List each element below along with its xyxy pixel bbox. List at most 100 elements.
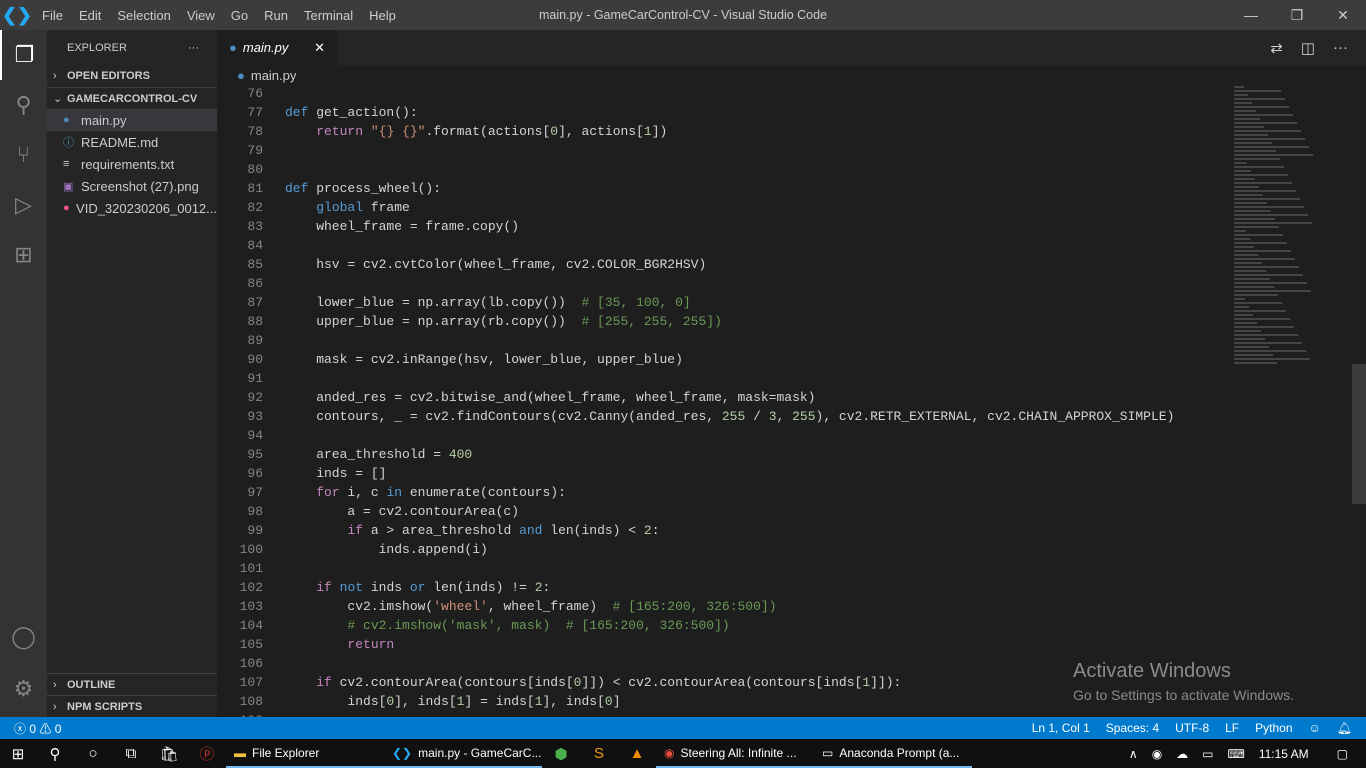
account-icon[interactable]: ◯	[0, 612, 47, 662]
code-line[interactable]: 88 upper_blue = np.array(rb.copy()) # [2…	[217, 312, 1227, 331]
scrollbar-thumb[interactable]	[1352, 364, 1366, 504]
close-tab-icon[interactable]: ✕	[314, 40, 325, 56]
menu-selection[interactable]: Selection	[109, 8, 178, 23]
code-token: if	[316, 580, 332, 595]
code-line[interactable]: 84	[217, 236, 1227, 255]
source-control-icon[interactable]: ⑂	[0, 130, 47, 180]
extensions-icon[interactable]: ⊞	[0, 230, 47, 280]
minimap-line	[1234, 94, 1248, 96]
cursor-position[interactable]: Ln 1, Col 1	[1032, 721, 1090, 735]
language-mode[interactable]: Python	[1255, 721, 1292, 735]
record-icon[interactable]: ◉	[1152, 747, 1162, 761]
code-line[interactable]: 102 if not inds or len(inds) != 2:	[217, 578, 1227, 597]
sublime-icon[interactable]: S	[580, 739, 618, 768]
vertical-scrollbar[interactable]	[1352, 84, 1366, 717]
code-line[interactable]: 85 hsv = cv2.cvtColor(wheel_frame, cv2.C…	[217, 255, 1227, 274]
menu-go[interactable]: Go	[223, 8, 256, 23]
minimap[interactable]	[1234, 84, 1354, 404]
feedback-icon[interactable]: ☺	[1309, 721, 1321, 735]
restore-button[interactable]: ❐	[1274, 0, 1320, 30]
npm-scripts-section[interactable]: › NPM SCRIPTS	[47, 695, 217, 717]
code-line[interactable]: 96 inds = []	[217, 464, 1227, 483]
start-icon[interactable]: ⊞	[0, 739, 36, 768]
code-line[interactable]: 81 def process_wheel():	[217, 179, 1227, 198]
code-line[interactable]: 82 global frame	[217, 198, 1227, 217]
minimize-button[interactable]: —	[1228, 0, 1274, 30]
breadcrumb[interactable]: ● main.py	[217, 65, 1366, 85]
menu-view[interactable]: View	[179, 8, 223, 23]
code-line[interactable]: 90 mask = cv2.inRange(hsv, lower_blue, u…	[217, 350, 1227, 369]
code-line[interactable]: 95 area_threshold = 400	[217, 445, 1227, 464]
minimap-line	[1234, 110, 1256, 112]
code-line[interactable]: 105 return	[217, 635, 1227, 654]
taskbar-vscode[interactable]: ❮❯ main.py - GameCarC...	[384, 739, 542, 768]
menu-run[interactable]: Run	[256, 8, 296, 23]
menu-help[interactable]: Help	[361, 8, 404, 23]
menu-terminal[interactable]: Terminal	[296, 8, 361, 23]
gear-icon[interactable]: ⚙	[0, 664, 47, 714]
search-icon[interactable]: ⚲	[36, 739, 74, 768]
open-changes-icon[interactable]: ⇄	[1270, 39, 1283, 57]
vlc-icon[interactable]: ▲	[618, 739, 656, 768]
app-p-icon[interactable]: ⓟ	[188, 739, 226, 768]
code-editor[interactable]: 76 77 def get_action(): 78 return "{} {}".f…	[217, 84, 1227, 717]
code-line[interactable]: 92 anded_res = cv2.bitwise_and(wheel_fra…	[217, 388, 1227, 407]
problems-indicator[interactable]: ⓧ 0 ⚠ 0	[0, 720, 61, 737]
taskbar-chrome[interactable]: ◉ Steering All: Infinite ...	[656, 739, 814, 768]
file-requirements[interactable]: ≡ requirements.txt	[47, 153, 217, 175]
code-line[interactable]: 79	[217, 141, 1227, 160]
file-readme[interactable]: ⓘ README.md	[47, 131, 217, 153]
code-line[interactable]: 83 wheel_frame = frame.copy()	[217, 217, 1227, 236]
explorer-icon[interactable]: ❐	[0, 30, 47, 80]
cortana-icon[interactable]: ○	[74, 739, 112, 768]
encoding[interactable]: UTF-8	[1175, 721, 1209, 735]
code-line[interactable]: 100 inds.append(i)	[217, 540, 1227, 559]
code-line[interactable]: 99 if a > area_threshold and len(inds) <…	[217, 521, 1227, 540]
folder-section[interactable]: ⌄ GAMECARCONTROL-CV	[47, 87, 217, 109]
indentation[interactable]: Spaces: 4	[1106, 721, 1159, 735]
close-window-button[interactable]: ✕	[1320, 0, 1366, 30]
more-actions-icon[interactable]: ···	[1333, 39, 1348, 56]
file-video[interactable]: ● VID_320230206_0012...	[47, 197, 217, 219]
code-line[interactable]: 94	[217, 426, 1227, 445]
battery-icon[interactable]: ▭	[1202, 747, 1213, 761]
file-main-py[interactable]: ● main.py	[47, 109, 217, 131]
line-ending[interactable]: LF	[1225, 721, 1239, 735]
chevron-up-icon[interactable]: ∧	[1129, 747, 1138, 761]
code-line[interactable]: 80	[217, 160, 1227, 179]
code-line[interactable]: 86	[217, 274, 1227, 293]
code-line[interactable]: 76	[217, 84, 1227, 103]
open-editors-section[interactable]: › OPEN EDITORS	[47, 65, 217, 87]
code-line[interactable]: 101	[217, 559, 1227, 578]
notifications-icon[interactable]: 🔔︎	[1337, 721, 1352, 735]
code-line[interactable]: 89	[217, 331, 1227, 350]
code-line[interactable]: 98 a = cv2.contourArea(c)	[217, 502, 1227, 521]
code-line[interactable]: 104 # cv2.imshow('mask', mask) # [165:20…	[217, 616, 1227, 635]
more-actions-icon[interactable]: ···	[188, 42, 199, 54]
menu-file[interactable]: File	[34, 8, 71, 23]
code-line[interactable]: 97 for i, c in enumerate(contours):	[217, 483, 1227, 502]
code-line[interactable]: 93 contours, _ = cv2.findContours(cv2.Ca…	[217, 407, 1227, 426]
clock[interactable]: 11:15 AM	[1259, 747, 1309, 761]
taskbar-anaconda[interactable]: ▭ Anaconda Prompt (a...	[814, 739, 972, 768]
run-debug-icon[interactable]: ▷	[0, 180, 47, 230]
taskbar-file-explorer[interactable]: ▬ File Explorer	[226, 739, 384, 768]
store-icon[interactable]: 🛍︎	[150, 739, 188, 768]
mongodb-icon[interactable]: ⬢	[542, 739, 580, 768]
search-icon[interactable]: ⚲	[0, 80, 47, 130]
code-line[interactable]: 78 return "{} {}".format(actions[0], act…	[217, 122, 1227, 141]
split-editor-icon[interactable]: ◫	[1301, 39, 1315, 57]
menu-edit[interactable]: Edit	[71, 8, 109, 23]
keyboard-icon[interactable]: ⌨	[1228, 747, 1245, 761]
code-line[interactable]: 91	[217, 369, 1227, 388]
action-center-icon[interactable]: ▢	[1337, 747, 1348, 761]
tab-main-py[interactable]: ● main.py ✕	[217, 30, 337, 65]
network-icon[interactable]: ☁	[1176, 747, 1188, 761]
code-line[interactable]: 87 lower_blue = np.array(lb.copy()) # [3…	[217, 293, 1227, 312]
code-line[interactable]: 77 def get_action():	[217, 103, 1227, 122]
outline-section[interactable]: › OUTLINE	[47, 673, 217, 695]
file-screenshot[interactable]: ▣ Screenshot (27).png	[47, 175, 217, 197]
task-view-icon[interactable]: ⧉	[112, 739, 150, 768]
code-line[interactable]: 103 cv2.imshow('wheel', wheel_frame) # […	[217, 597, 1227, 616]
